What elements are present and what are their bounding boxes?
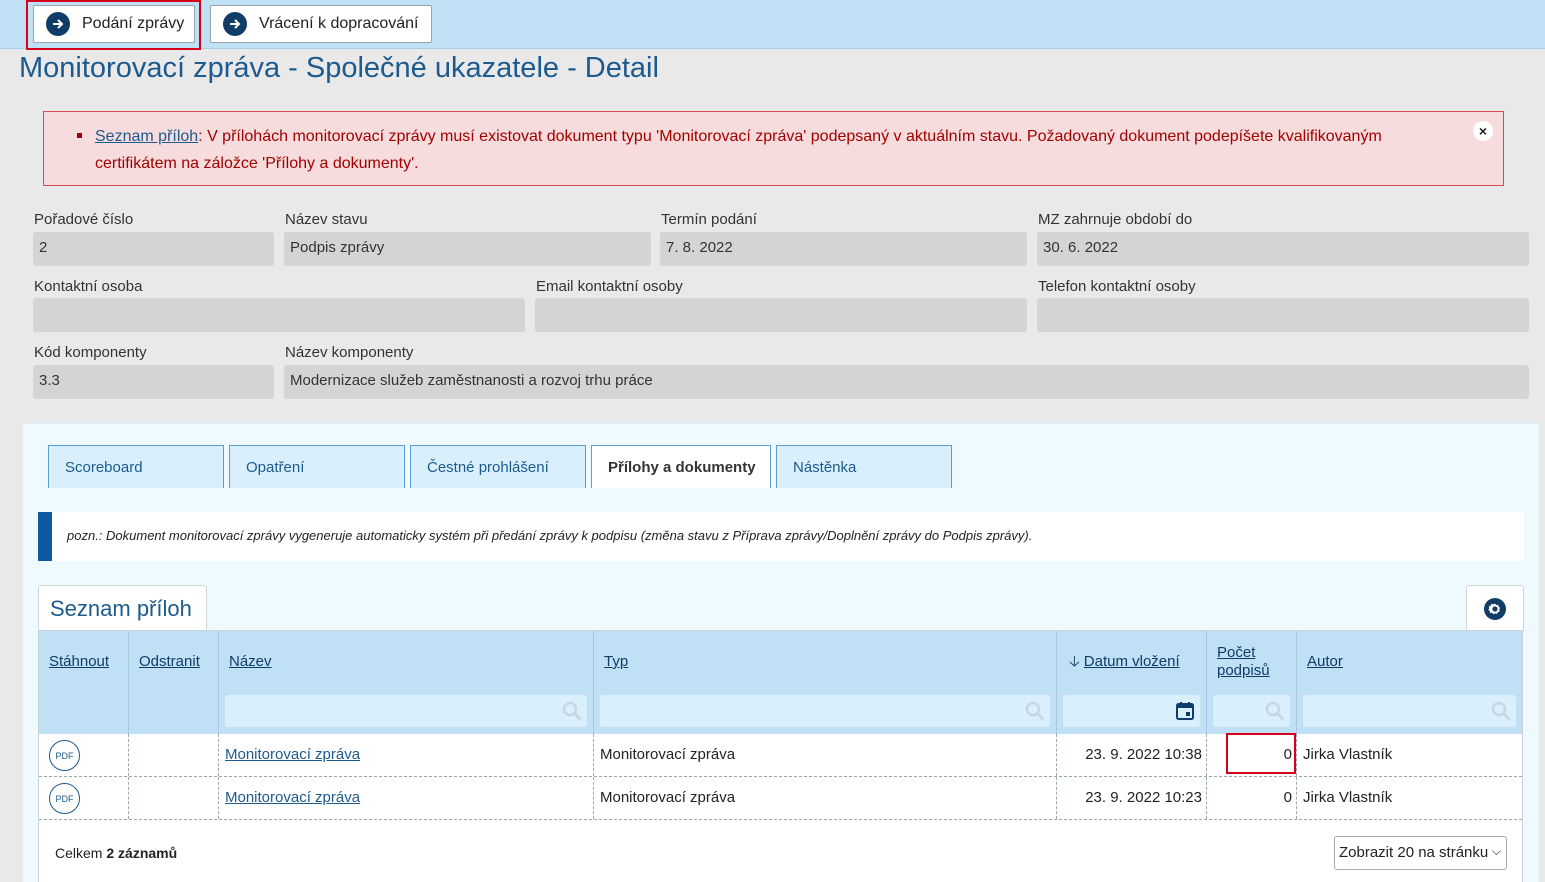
error-message: Seznam příloh: V přílohách monitorovací … xyxy=(95,123,1455,177)
name-cell: Monitorovací zpráva xyxy=(219,777,594,819)
column-author-label[interactable]: Autor xyxy=(1307,653,1343,671)
column-signatures-line2: podpisů xyxy=(1217,662,1270,679)
author-cell: Jirka Vlastník xyxy=(1303,789,1393,806)
column-date-text: Datum vložení xyxy=(1083,653,1180,670)
page-size-value: Zobrazit 20 na stránku xyxy=(1339,844,1489,861)
author-cell: Jirka Vlastník xyxy=(1303,746,1393,763)
column-type: Typ xyxy=(594,631,1057,734)
date-cell: 23. 9. 2022 10:23 xyxy=(1057,777,1207,819)
attachment-name-link[interactable]: Monitorovací zpráva xyxy=(225,746,360,763)
column-remove: Odstranit xyxy=(129,631,219,734)
pdf-download-icon[interactable]: PDF xyxy=(49,783,80,814)
attachment-name-link[interactable]: Monitorovací zpráva xyxy=(225,789,360,806)
search-icon xyxy=(562,701,582,721)
contact-email-label: Email kontaktní osoby xyxy=(536,278,683,295)
total-prefix: Celkem xyxy=(55,845,107,861)
column-type-label[interactable]: Typ xyxy=(604,653,628,671)
component-name-label: Název komponenty xyxy=(285,344,414,361)
page-size-select[interactable]: Zobrazit 20 na stránku ⌵ xyxy=(1334,836,1507,870)
highlight-frame xyxy=(1226,733,1296,774)
tab-attachments[interactable]: Přílohy a dokumenty xyxy=(591,445,771,488)
bullet-icon xyxy=(77,133,82,138)
error-message-box: Seznam příloh: V přílohách monitorovací … xyxy=(43,111,1504,186)
return-for-revision-button[interactable]: Vrácení k dopracování xyxy=(210,5,432,43)
calendar-icon xyxy=(1176,702,1194,720)
contact-phone-field xyxy=(1037,298,1529,332)
column-name: Název xyxy=(219,631,594,734)
signatures-cell: 0 xyxy=(1207,777,1297,819)
attachments-table: Stáhnout Odstranit Název Typ 🡣 Datum vlož… xyxy=(38,630,1523,882)
type-cell: Monitorovací zpráva xyxy=(594,734,1057,776)
component-code-field: 3.3 xyxy=(33,365,274,399)
type-filter-input[interactable] xyxy=(600,695,1050,727)
gear-icon[interactable] xyxy=(1466,585,1524,631)
total-count: Celkem 2 záznamů xyxy=(55,845,177,861)
highlight-frame xyxy=(26,0,201,50)
contact-person-label: Kontaktní osoba xyxy=(34,278,143,295)
column-download-label[interactable]: Stáhnout xyxy=(49,653,109,671)
remove-cell xyxy=(129,777,219,819)
column-date: 🡣 Datum vložení xyxy=(1057,631,1207,734)
author-filter-input[interactable] xyxy=(1303,695,1516,727)
tabs-panel: Scoreboard Opatření Čestné prohlášení Př… xyxy=(23,423,1539,882)
sort-down-icon: 🡣 xyxy=(1069,653,1080,670)
component-name-field: Modernizace služeb zaměstnanosti a rozvo… xyxy=(284,365,1529,399)
submission-date-label: Termín podání xyxy=(661,211,757,228)
name-filter-input[interactable] xyxy=(225,695,587,727)
remove-cell xyxy=(129,734,219,776)
return-for-revision-label: Vrácení k dopracování xyxy=(259,15,419,32)
search-icon xyxy=(1491,701,1511,721)
column-name-label[interactable]: Název xyxy=(229,653,272,671)
download-cell: PDF xyxy=(39,777,129,819)
state-name-field: Podpis zprávy xyxy=(284,232,651,266)
date-filter-input[interactable] xyxy=(1063,695,1200,727)
chevron-down-icon: ⌵ xyxy=(1491,844,1501,858)
column-signatures-label[interactable]: Počet podpisů xyxy=(1217,644,1270,680)
column-remove-label[interactable]: Odstranit xyxy=(139,653,200,671)
pdf-download-icon[interactable]: PDF xyxy=(49,740,80,771)
note-text: pozn.: Dokument monitorovací zprávy vyge… xyxy=(67,528,1033,543)
type-cell: Monitorovací zpráva xyxy=(594,777,1057,819)
total-value: 2 záznamů xyxy=(106,845,178,861)
search-icon xyxy=(1265,701,1285,721)
table-header: Stáhnout Odstranit Název Typ 🡣 Datum vlož… xyxy=(39,631,1522,734)
error-text: : V přílohách monitorovací zprávy musí e… xyxy=(95,128,1382,172)
toolbar: Podání zprávy Vrácení k dopracování xyxy=(0,0,1545,49)
tab-noticeboard[interactable]: Nástěnka xyxy=(776,445,952,488)
submission-date-field: 7. 8. 2022 xyxy=(660,232,1027,266)
column-author: Autor xyxy=(1297,631,1522,734)
column-signatures-line1: Počet xyxy=(1217,644,1256,661)
note-accent-bar xyxy=(38,512,52,561)
name-cell: Monitorovací zpráva xyxy=(219,734,594,776)
attachments-list-link[interactable]: Seznam příloh xyxy=(95,128,198,145)
period-to-label: MZ zahrnuje období do xyxy=(1038,211,1193,228)
contact-phone-label: Telefon kontaktní osoby xyxy=(1038,278,1196,295)
page-title: Monitorovací zpráva - Společné ukazatele… xyxy=(19,52,659,84)
order-number-field: 2 xyxy=(33,232,274,266)
download-cell: PDF xyxy=(39,734,129,776)
contact-person-field xyxy=(33,298,525,332)
search-icon xyxy=(1025,701,1045,721)
column-download: Stáhnout xyxy=(39,631,129,734)
attachments-list-heading: Seznam příloh xyxy=(38,585,207,631)
period-to-field: 30. 6. 2022 xyxy=(1037,232,1529,266)
tab-measures[interactable]: Opatření xyxy=(229,445,405,488)
date-cell: 23. 9. 2022 10:38 xyxy=(1057,734,1207,776)
column-date-label[interactable]: 🡣 Datum vložení xyxy=(1069,653,1180,671)
state-name-label: Název stavu xyxy=(285,211,368,228)
component-code-label: Kód komponenty xyxy=(34,344,147,361)
table-row: PDF Monitorovací zpráva Monitorovací zpr… xyxy=(39,734,1522,777)
column-signatures: Počet podpisů xyxy=(1207,631,1297,734)
close-icon[interactable]: × xyxy=(1473,121,1493,141)
tab-scoreboard[interactable]: Scoreboard xyxy=(48,445,224,488)
tab-declaration[interactable]: Čestné prohlášení xyxy=(410,445,586,488)
table-row: PDF Monitorovací zpráva Monitorovací zpr… xyxy=(39,777,1522,820)
info-note: pozn.: Dokument monitorovací zprávy vyge… xyxy=(38,512,1524,561)
signatures-filter-input[interactable] xyxy=(1213,695,1290,727)
order-number-label: Pořadové číslo xyxy=(34,211,134,228)
contact-email-field xyxy=(535,298,1027,332)
arrow-right-icon xyxy=(223,12,247,36)
